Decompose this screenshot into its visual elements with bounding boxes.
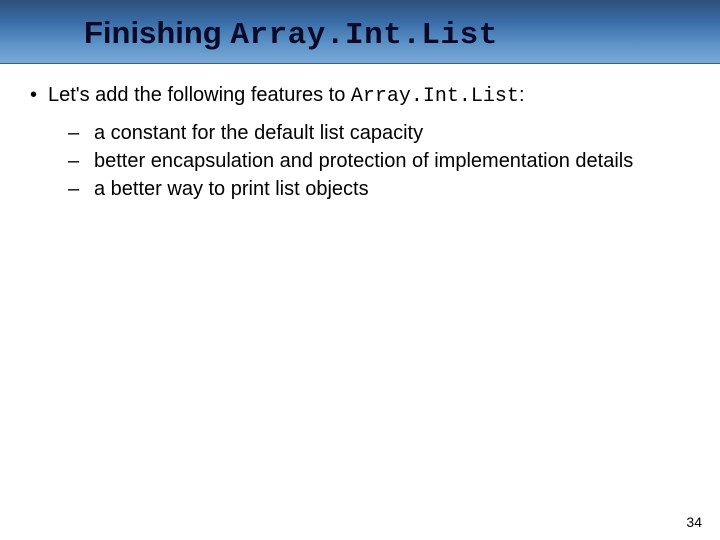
dash-icon: – — [68, 148, 94, 174]
slide-title: Finishing Array.Int.List — [84, 15, 498, 53]
sub-item-text: a better way to print list objects — [94, 176, 690, 202]
list-item: – a constant for the default list capaci… — [68, 120, 690, 146]
sub-list: – a constant for the default list capaci… — [68, 120, 690, 202]
slide-header: Finishing Array.Int.List — [0, 0, 720, 64]
title-code: Array.Int.List — [230, 18, 497, 53]
page-number: 34 — [686, 514, 702, 530]
bullet-marker: • — [30, 82, 48, 108]
list-item: – a better way to print list objects — [68, 176, 690, 202]
bullet-text: Let's add the following features to Arra… — [48, 82, 690, 110]
title-prefix: Finishing — [84, 15, 230, 50]
dash-icon: – — [68, 176, 94, 202]
list-item: – better encapsulation and protection of… — [68, 148, 690, 174]
bullet-code: Array.Int.List — [351, 85, 519, 108]
dash-icon: – — [68, 120, 94, 146]
bullet-text-before: Let's add the following features to — [48, 84, 351, 106]
slide-content: • Let's add the following features to Ar… — [0, 64, 720, 202]
sub-item-text: better encapsulation and protection of i… — [94, 148, 690, 174]
bullet-item: • Let's add the following features to Ar… — [30, 82, 690, 110]
sub-item-text: a constant for the default list capacity — [94, 120, 690, 146]
bullet-text-after: : — [519, 84, 525, 106]
